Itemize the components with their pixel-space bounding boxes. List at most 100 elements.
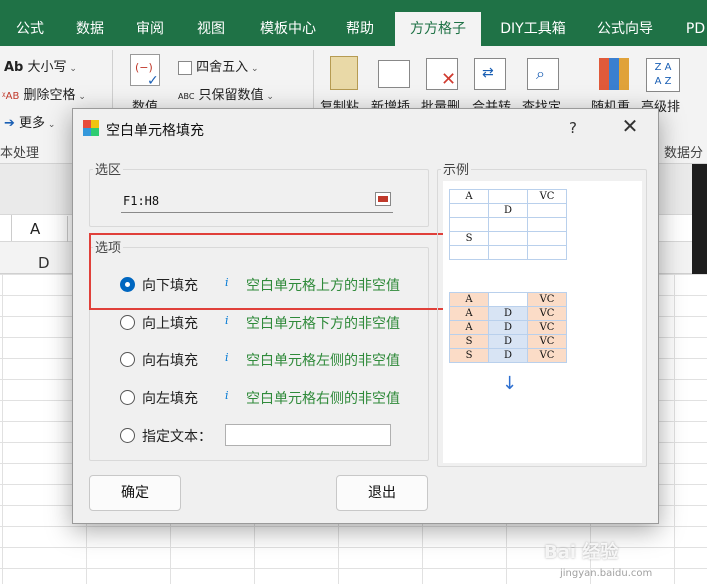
example-cell	[488, 217, 528, 232]
round-button[interactable]: 四舍五入 ⌄	[178, 56, 259, 75]
keep-value-icon: ABC	[178, 92, 195, 101]
example-group-label: 示例	[441, 159, 472, 178]
example-after-table: A VC A D VC A D VC S D VC S D VC	[449, 292, 567, 363]
example-cell: A	[449, 189, 489, 204]
batch-delete-icon: ✕	[426, 58, 458, 90]
remove-space-icon: ᵡAB	[2, 91, 20, 102]
remove-space-label: 删除空格	[23, 88, 76, 103]
info-icon: i	[225, 389, 229, 402]
fill-right-label: 向右填充	[142, 353, 198, 369]
example-cell	[527, 203, 567, 218]
option-fill-left[interactable]: 向左填充 i 空白单元格右侧的非空值	[120, 387, 420, 409]
example-cell: A	[449, 320, 489, 335]
close-icon[interactable]: ✕	[619, 115, 641, 137]
dialog-title-bar[interactable]: 空白单元格填充 ? ✕	[73, 109, 658, 147]
formula-cell[interactable]: A	[18, 216, 68, 242]
sort-icon: Z A A Z	[646, 58, 680, 92]
keep-value-button[interactable]: ABC 只保留数值 ⌄	[178, 84, 274, 103]
tab-fangfang-gezi[interactable]: 方方格子	[395, 12, 481, 46]
example-cell: S	[449, 348, 489, 363]
example-row: A D VC	[449, 320, 567, 335]
custom-text-input[interactable]	[225, 424, 391, 446]
more-label: 更多	[19, 116, 46, 131]
tab-help[interactable]: 帮助	[340, 12, 380, 46]
option-fill-right[interactable]: 向右填充 i 空白单元格左侧的非空值	[120, 349, 420, 371]
example-row: D	[449, 203, 567, 218]
example-cell: S	[449, 231, 489, 246]
dialog-title: 空白单元格填充	[106, 123, 204, 139]
option-custom-text[interactable]: 指定文本：	[120, 425, 240, 447]
insert-rows-icon	[378, 60, 410, 88]
example-row: S D VC	[449, 334, 567, 349]
arrow-right-icon: ➔	[4, 116, 15, 131]
exit-button[interactable]: 退出	[336, 475, 428, 511]
example-cell: A	[449, 292, 489, 307]
clipboard-icon	[330, 56, 358, 90]
tab-pdf[interactable]: PD	[684, 12, 707, 46]
example-row: A D VC	[449, 306, 567, 321]
example-row	[449, 245, 567, 260]
example-cell	[449, 217, 489, 232]
example-row: S D VC	[449, 348, 567, 363]
fill-up-desc: 空白单元格下方的非空值	[246, 316, 400, 332]
fill-left-radio[interactable]	[120, 390, 135, 405]
tab-review[interactable]: 审阅	[130, 12, 170, 46]
example-cell: D	[488, 203, 528, 218]
more-button[interactable]: ➔ 更多 ⌄	[4, 112, 55, 131]
info-icon: i	[225, 351, 229, 364]
example-row: S	[449, 231, 567, 246]
fill-up-label: 向上填充	[142, 316, 198, 332]
info-icon: i	[225, 314, 229, 327]
fill-right-desc: 空白单元格左侧的非空值	[246, 353, 400, 369]
numeric-icon: (−) ✓	[130, 54, 160, 89]
example-cell: D	[488, 320, 528, 335]
example-cell: VC	[527, 292, 567, 307]
formula-cell-text: A	[30, 220, 41, 238]
fill-right-radio[interactable]	[120, 352, 135, 367]
fill-up-radio[interactable]	[120, 315, 135, 330]
example-cell	[527, 217, 567, 232]
side-panel-edge	[692, 164, 707, 274]
tab-view[interactable]: 视图	[191, 12, 231, 46]
annotation-highlight-box	[89, 233, 459, 310]
round-label: 四舍五入	[196, 60, 249, 75]
example-row: A VC	[449, 189, 567, 204]
custom-text-radio[interactable]	[120, 428, 135, 443]
tab-diy-toolbox[interactable]: DIY工具箱	[494, 12, 572, 46]
example-row	[449, 217, 567, 232]
example-cell	[449, 203, 489, 218]
ok-button[interactable]: 确定	[89, 475, 181, 511]
help-icon[interactable]: ?	[569, 119, 577, 137]
example-cell	[488, 245, 528, 260]
range-input[interactable]: F1:H8	[121, 189, 393, 213]
example-cell: A	[449, 306, 489, 321]
range-picker-icon[interactable]	[375, 192, 391, 206]
tab-data[interactable]: 数据	[70, 12, 110, 46]
example-cell	[488, 231, 528, 246]
column-d-header[interactable]: D	[38, 254, 50, 272]
example-cell: D	[488, 348, 528, 363]
example-cell: D	[488, 306, 528, 321]
example-cell	[527, 231, 567, 246]
text-processing-group-label: 本处理	[0, 146, 40, 161]
range-group-label: 选区	[93, 159, 124, 178]
case-label: 大小写	[27, 60, 67, 75]
tab-formula-wizard[interactable]: 公式向导	[590, 12, 660, 46]
find-locate-icon: ⌕	[527, 58, 559, 90]
watermark-url: jingyan.baidu.com	[560, 568, 653, 579]
option-fill-up[interactable]: 向上填充 i 空白单元格下方的非空值	[120, 312, 420, 334]
case-button[interactable]: Ab 大小写 ⌄	[4, 56, 77, 75]
custom-text-label: 指定文本：	[142, 429, 212, 445]
example-cell	[449, 245, 489, 260]
example-cell: VC	[527, 306, 567, 321]
example-cell: S	[449, 334, 489, 349]
tab-formulas[interactable]: 公式	[10, 12, 50, 46]
tab-template-center[interactable]: 模板中心	[253, 12, 323, 46]
name-box[interactable]	[0, 215, 12, 241]
example-row: A VC	[449, 292, 567, 307]
round-icon	[178, 60, 192, 75]
example-cell: VC	[527, 348, 567, 363]
example-cell	[488, 292, 528, 307]
remove-space-button[interactable]: ᵡAB 删除空格 ⌄	[2, 84, 86, 103]
example-cell	[527, 245, 567, 260]
